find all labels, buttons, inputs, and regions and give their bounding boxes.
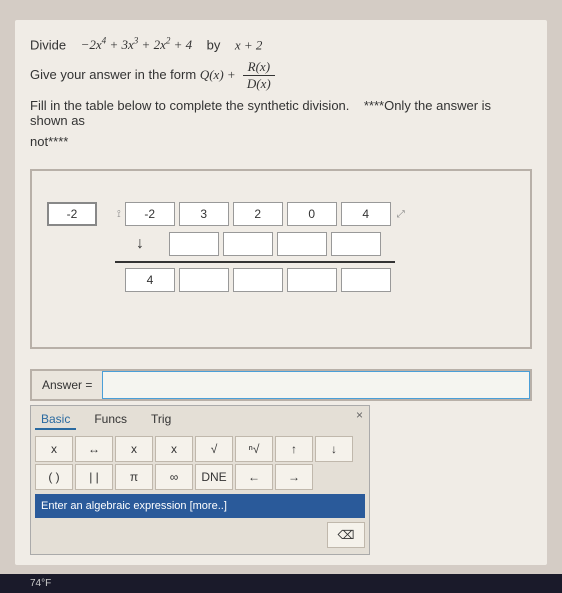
tab-funcs[interactable]: Funcs: [88, 410, 133, 430]
syn-cell[interactable]: 2: [233, 202, 283, 226]
note-suffix: ****: [48, 134, 68, 149]
by-label: by: [207, 37, 221, 52]
syn-row-2: ↓: [47, 231, 515, 257]
key-x[interactable]: x: [35, 436, 73, 462]
key-x3[interactable]: x: [155, 436, 193, 462]
form-intro: Give your answer in the form: [30, 67, 196, 82]
r-of-x: R(x): [243, 59, 275, 76]
answer-row: Answer =: [30, 369, 532, 401]
polynomial: −2x4 + 3x3 + 2x2 + 4: [81, 37, 193, 52]
syn-divider-line: [115, 261, 395, 263]
syn-cell[interactable]: [223, 232, 273, 256]
key-row-2: ( ) | | π ∞ DNE ← →: [35, 464, 365, 490]
close-icon[interactable]: ×: [356, 408, 363, 422]
syn-cell[interactable]: [233, 268, 283, 292]
syn-cell[interactable]: [179, 268, 229, 292]
key-infinity[interactable]: ∞: [155, 464, 193, 490]
answer-label: Answer =: [32, 372, 102, 398]
syn-cell[interactable]: [331, 232, 381, 256]
key-abs[interactable]: | |: [75, 464, 113, 490]
divisor: x + 2: [235, 37, 263, 52]
key-row-3: Enter an algebraic expression [more..]: [35, 492, 365, 518]
syn-cell[interactable]: [169, 232, 219, 256]
drag-handle-left[interactable]: ⟟: [117, 209, 121, 220]
fraction-rx-dx: R(x) D(x): [243, 59, 275, 92]
divide-label: Divide: [30, 37, 66, 52]
fill-label: Fill in the table below to complete the …: [30, 98, 349, 113]
answer-input[interactable]: [102, 371, 530, 399]
d-of-x: D(x): [243, 76, 275, 92]
syn-cell[interactable]: -2: [125, 202, 175, 226]
not-label: not: [30, 134, 48, 149]
key-row-1: x ↔ x x √ ⁿ√ ↑ ↓: [35, 436, 365, 462]
key-down[interactable]: ↓: [315, 436, 353, 462]
note-prefix: ****: [364, 98, 384, 113]
syn-cell[interactable]: 0: [287, 202, 337, 226]
key-nroot[interactable]: ⁿ√: [235, 436, 273, 462]
synthetic-division-box: -2 ⟟ -2 3 2 0 4 ⤢ ↓ 4: [30, 169, 532, 349]
arrow-down-icon: ↓: [136, 235, 144, 253]
key-x2[interactable]: x: [115, 436, 153, 462]
key-parens[interactable]: ( ): [35, 464, 73, 490]
taskbar: 74°F: [0, 574, 562, 593]
syn-cell[interactable]: 4: [341, 202, 391, 226]
drag-handle-right[interactable]: ⤢: [397, 209, 405, 220]
keypad-tabs: Basic Funcs Trig: [35, 410, 365, 430]
syn-cell[interactable]: [341, 268, 391, 292]
syn-left-value[interactable]: -2: [47, 202, 97, 226]
syn-cell[interactable]: [277, 232, 327, 256]
key-left[interactable]: ←: [235, 464, 273, 490]
syn-cell[interactable]: 3: [179, 202, 229, 226]
key-sqrt[interactable]: √: [195, 436, 233, 462]
syn-row-3: 4: [47, 267, 515, 293]
key-backspace[interactable]: ⌫: [327, 522, 365, 548]
key-right[interactable]: →: [275, 464, 313, 490]
key-row-4: ⌫: [35, 522, 365, 548]
taskbar-temp: 74°F: [30, 578, 51, 589]
info-bar[interactable]: Enter an algebraic expression [more..]: [35, 494, 365, 518]
syn-cell[interactable]: [287, 268, 337, 292]
tab-basic[interactable]: Basic: [35, 410, 76, 430]
key-pi[interactable]: π: [115, 464, 153, 490]
syn-row-1: -2 ⟟ -2 3 2 0 4 ⤢: [47, 201, 515, 227]
keypad: × Basic Funcs Trig x ↔ x x √ ⁿ√ ↑ ↓ ( ) …: [30, 405, 370, 555]
tab-trig[interactable]: Trig: [145, 410, 177, 430]
key-up[interactable]: ↑: [275, 436, 313, 462]
q-of-x: Q(x) +: [200, 67, 239, 82]
syn-cell[interactable]: 4: [125, 268, 175, 292]
key-dne[interactable]: DNE: [195, 464, 233, 490]
key-swap[interactable]: ↔: [75, 436, 113, 462]
